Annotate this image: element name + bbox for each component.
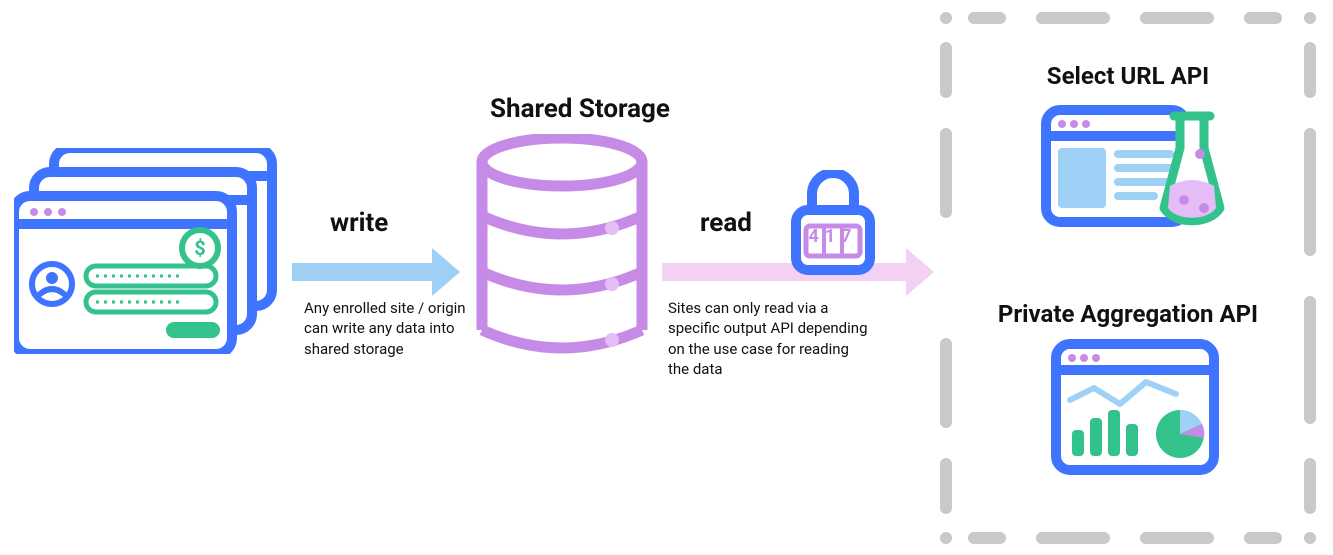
select-url-api-title: Select URL API xyxy=(940,62,1316,90)
database-icon xyxy=(472,134,652,358)
outputs-panel: Select URL API xyxy=(940,12,1316,544)
lock-value: 417 xyxy=(808,226,858,247)
read-caption: Sites can only read via a specific outpu… xyxy=(668,298,868,379)
write-arrow xyxy=(292,248,460,296)
private-aggregation-api-icon xyxy=(1050,338,1220,478)
read-label: read xyxy=(700,208,752,238)
lock-icon: 417 xyxy=(790,170,876,276)
private-aggregation-api-title: Private Aggregation API xyxy=(940,300,1316,328)
svg-text:$: $ xyxy=(194,236,205,260)
select-url-api-icon xyxy=(1040,100,1230,240)
browser-windows-icon: $ xyxy=(14,148,280,354)
write-label: write xyxy=(330,208,388,238)
shared-storage-title: Shared Storage xyxy=(490,94,670,124)
write-caption: Any enrolled site / origin can write any… xyxy=(304,298,472,359)
